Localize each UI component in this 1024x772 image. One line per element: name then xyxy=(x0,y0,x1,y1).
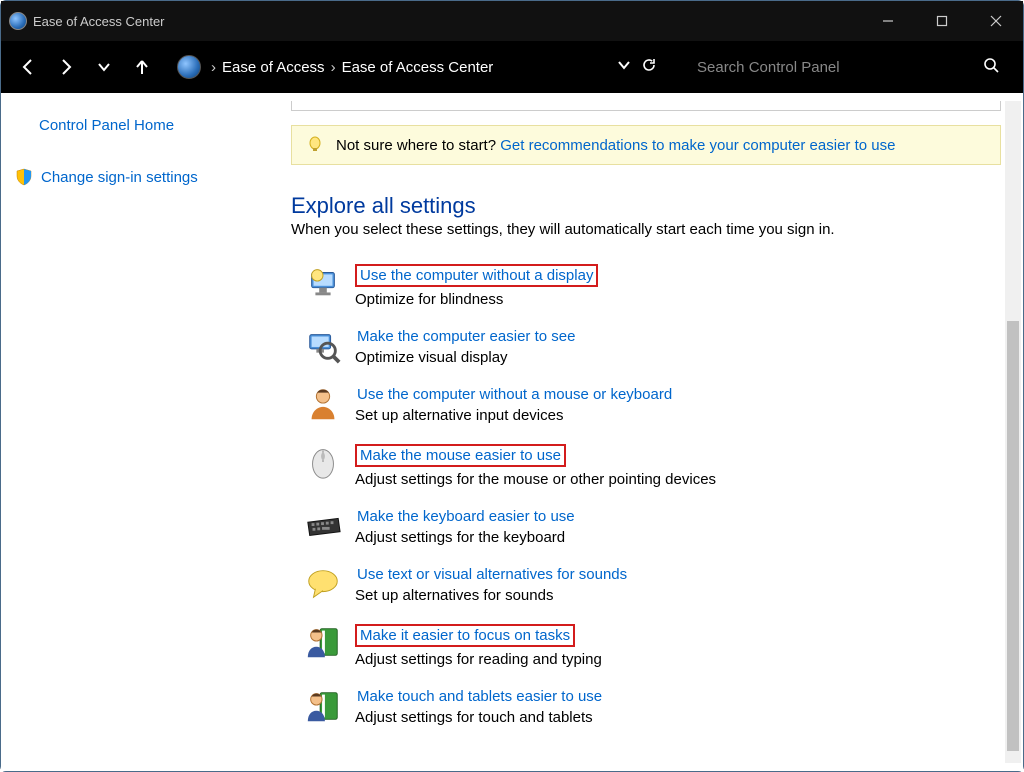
recommendations-bar: Not sure where to start? Get recommendat… xyxy=(291,125,1001,165)
personbook-icon xyxy=(303,622,343,662)
setting-text: Use the computer without a mouse or keyb… xyxy=(355,384,674,424)
mouse-icon xyxy=(303,442,343,482)
person-icon xyxy=(303,384,343,424)
setting-text: Make it easier to focus on tasks Adjust s… xyxy=(355,622,602,668)
setting-description: Adjust settings for reading and typing xyxy=(355,651,602,668)
setting-item: Make the computer easier to see Optimize … xyxy=(291,318,1001,376)
vertical-scrollbar[interactable] xyxy=(1005,101,1021,763)
personbook-icon xyxy=(303,686,343,726)
quick-access-box xyxy=(291,101,1001,111)
search-icon[interactable] xyxy=(983,57,999,77)
setting-link[interactable]: Make the keyboard easier to use xyxy=(355,508,577,525)
explore-subtitle: When you select these settings, they wil… xyxy=(291,221,1001,238)
hint-text: Not sure where to start? Get recommendat… xyxy=(336,137,895,154)
setting-item: Make the mouse easier to use Adjust setti… xyxy=(291,434,1001,498)
setting-text: Make the keyboard easier to use Adjust se… xyxy=(355,506,577,546)
speech-icon xyxy=(303,564,343,604)
setting-description: Optimize for blindness xyxy=(355,291,598,308)
maximize-button[interactable] xyxy=(915,1,969,41)
setting-text: Use the computer without a display Optimi… xyxy=(355,262,598,308)
setting-text: Make touch and tablets easier to use Adju… xyxy=(355,686,604,726)
location-icon xyxy=(177,55,201,79)
setting-link[interactable]: Use text or visual alternatives for soun… xyxy=(355,566,629,583)
sidebar: Control Panel Home Change sign-in settin… xyxy=(1,93,281,771)
sidebar-home-label: Control Panel Home xyxy=(39,117,174,134)
window-title: Ease of Access Center xyxy=(33,14,165,29)
setting-description: Set up alternatives for sounds xyxy=(355,587,629,604)
minimize-button[interactable] xyxy=(861,1,915,41)
setting-description: Optimize visual display xyxy=(355,349,577,366)
setting-text: Use text or visual alternatives for soun… xyxy=(355,564,629,604)
setting-link[interactable]: Use the computer without a display xyxy=(355,264,598,287)
breadcrumb-ease-of-access[interactable]: Ease of Access xyxy=(222,59,325,76)
lightbulb-icon xyxy=(306,136,324,154)
setting-item: Make the keyboard easier to use Adjust se… xyxy=(291,498,1001,556)
shield-icon xyxy=(15,168,33,186)
setting-link[interactable]: Make the computer easier to see xyxy=(355,328,577,345)
breadcrumb-chevron-icon: › xyxy=(211,59,216,76)
setting-description: Adjust settings for the mouse or other p… xyxy=(355,471,716,488)
display-icon xyxy=(303,262,343,302)
navbar: › Ease of Access › Ease of Access Center… xyxy=(1,41,1023,93)
magnifier-icon xyxy=(303,326,343,366)
settings-list: Use the computer without a display Optimi… xyxy=(291,254,1001,736)
scrollbar-thumb[interactable] xyxy=(1007,321,1019,751)
setting-text: Make the computer easier to see Optimize … xyxy=(355,326,577,366)
setting-item: Make touch and tablets easier to use Adju… xyxy=(291,678,1001,736)
forward-button[interactable] xyxy=(49,50,83,84)
setting-item: Use the computer without a display Optimi… xyxy=(291,254,1001,318)
setting-item: Make it easier to focus on tasks Adjust s… xyxy=(291,614,1001,678)
address-dropdown-button[interactable] xyxy=(617,58,631,76)
sidebar-change-signin-label: Change sign-in settings xyxy=(41,169,198,186)
back-button[interactable] xyxy=(11,50,45,84)
recent-dropdown-button[interactable] xyxy=(87,50,121,84)
address-bar[interactable]: › Ease of Access › Ease of Access Center xyxy=(163,47,679,87)
hint-prefix: Not sure where to start? xyxy=(336,137,500,154)
setting-description: Adjust settings for the keyboard xyxy=(355,529,577,546)
main-panel: Not sure where to start? Get recommendat… xyxy=(281,93,1023,771)
refresh-button[interactable] xyxy=(641,57,657,77)
setting-text: Make the mouse easier to use Adjust setti… xyxy=(355,442,716,488)
setting-link[interactable]: Make it easier to focus on tasks xyxy=(355,624,575,647)
sidebar-control-panel-home[interactable]: Control Panel Home xyxy=(39,113,275,138)
setting-link[interactable]: Use the computer without a mouse or keyb… xyxy=(355,386,674,403)
setting-description: Adjust settings for touch and tablets xyxy=(355,709,604,726)
setting-link[interactable]: Make touch and tablets easier to use xyxy=(355,688,604,705)
recommendations-link[interactable]: Get recommendations to make your compute… xyxy=(500,137,895,154)
setting-item: Use text or visual alternatives for soun… xyxy=(291,556,1001,614)
explore-heading: Explore all settings xyxy=(291,193,1001,219)
app-icon xyxy=(9,12,27,30)
keyboard-icon xyxy=(303,506,343,546)
titlebar: Ease of Access Center xyxy=(1,1,1023,41)
setting-item: Use the computer without a mouse or keyb… xyxy=(291,376,1001,434)
breadcrumb-ease-of-access-center[interactable]: Ease of Access Center xyxy=(342,59,494,76)
search-input[interactable]: Search Control Panel xyxy=(683,47,1013,87)
content-area: Control Panel Home Change sign-in settin… xyxy=(1,93,1023,771)
setting-description: Set up alternative input devices xyxy=(355,407,674,424)
up-button[interactable] xyxy=(125,50,159,84)
search-placeholder: Search Control Panel xyxy=(697,59,983,76)
setting-link[interactable]: Make the mouse easier to use xyxy=(355,444,566,467)
close-button[interactable] xyxy=(969,1,1023,41)
breadcrumb-chevron-icon: › xyxy=(331,59,336,76)
sidebar-change-signin[interactable]: Change sign-in settings xyxy=(15,164,275,190)
